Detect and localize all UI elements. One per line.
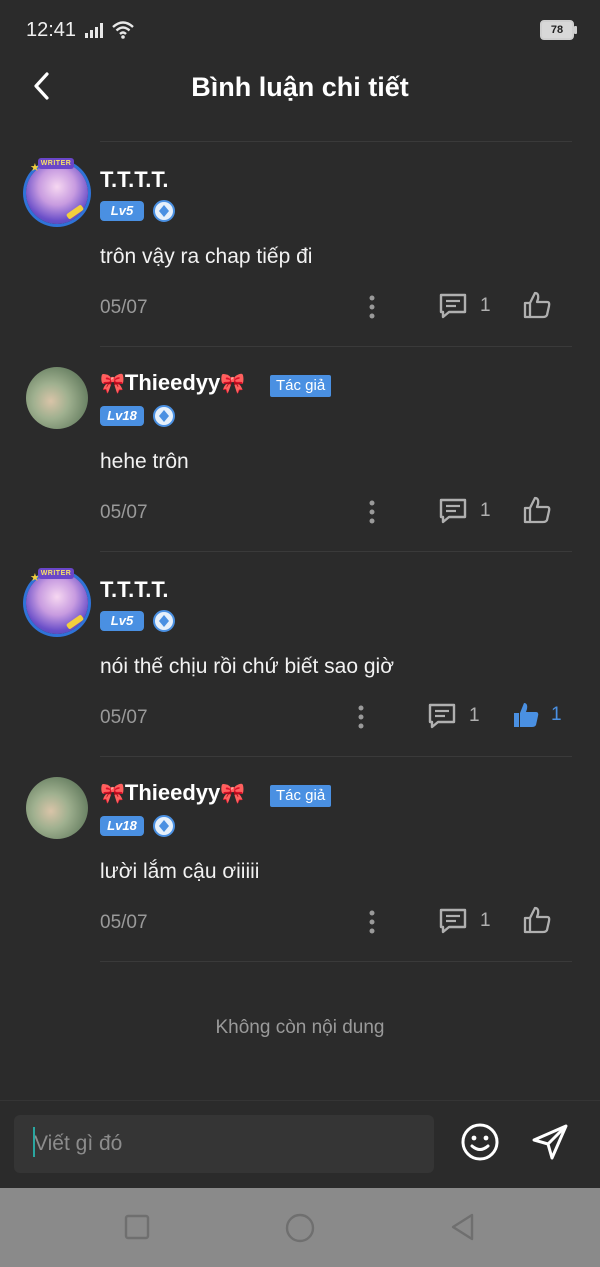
reply-count: 1 — [480, 500, 491, 521]
battery-icon: 78 — [540, 20, 577, 40]
level-gem-icon — [153, 405, 175, 427]
circle-icon — [285, 1213, 315, 1243]
status-left: 12:41 — [26, 19, 134, 42]
level-gem-icon — [153, 815, 175, 837]
triangle-back-icon — [451, 1213, 474, 1241]
like-button[interactable] — [522, 290, 562, 320]
comment-text: trôn vậy ra chap tiếp đi — [100, 245, 313, 268]
smiley-icon — [461, 1123, 499, 1161]
text-cursor — [33, 1127, 35, 1157]
reply-button[interactable]: 1 — [427, 702, 480, 730]
reply-count: 1 — [480, 295, 491, 316]
reply-count: 1 — [480, 910, 491, 931]
username-text: Thieedyy — [124, 780, 221, 805]
thumbs-up-icon — [523, 496, 551, 524]
like-button[interactable] — [522, 495, 562, 525]
level-badge: Lv18 — [100, 816, 144, 836]
level-gem-icon — [153, 610, 175, 632]
send-icon — [532, 1124, 568, 1160]
system-nav-bar — [0, 1188, 600, 1267]
page-title: Bình luận chi tiết — [191, 71, 409, 102]
level-badge: Lv18 — [100, 406, 144, 426]
writer-badge: WRITER — [38, 568, 74, 579]
chevron-left-icon — [34, 72, 49, 100]
comment-icon — [428, 703, 456, 729]
reply-button[interactable]: 1 — [438, 497, 491, 525]
back-button[interactable] — [22, 66, 62, 106]
username-text: Thieedyy — [124, 370, 221, 395]
comment-item: 🎀Thieedyy🎀 Tác giả Lv18 hehe trôn 05/07 … — [0, 346, 600, 551]
comment-input[interactable] — [14, 1115, 434, 1173]
username[interactable]: 🎀Thieedyy🎀 — [100, 370, 245, 396]
more-options-button[interactable] — [362, 497, 382, 527]
comment-date: 05/07 — [100, 707, 148, 728]
recent-apps-button[interactable] — [122, 1212, 152, 1242]
thumbs-up-icon — [523, 906, 551, 934]
more-vertical-icon — [358, 705, 364, 729]
comment-date: 05/07 — [100, 912, 148, 933]
comment-item: ★ WRITER T.T.T.T. Lv5 nói thế chịu rồi c… — [0, 551, 600, 756]
comment-composer — [0, 1100, 600, 1189]
level-badge: Lv5 — [100, 611, 144, 631]
avatar[interactable] — [26, 367, 88, 429]
comment-item: 🎀Thieedyy🎀 Tác giả Lv18 lười lắm cậu ơii… — [0, 756, 600, 961]
comment-text: nói thế chịu rồi chứ biết sao giờ — [100, 655, 394, 678]
more-vertical-icon — [369, 295, 375, 319]
more-options-button[interactable] — [362, 292, 382, 322]
author-tag: Tác giả — [270, 785, 332, 807]
send-button[interactable] — [530, 1122, 570, 1162]
square-icon — [124, 1214, 150, 1240]
username[interactable]: 🎀Thieedyy🎀 — [100, 780, 245, 806]
signal-icon — [85, 23, 104, 38]
thumbs-up-filled-icon — [514, 703, 539, 727]
level-gem-icon — [153, 200, 175, 222]
home-button[interactable] — [284, 1212, 315, 1243]
bow-icon: 🎀 — [220, 783, 246, 805]
comment-text: hehe trôn — [100, 450, 189, 473]
like-button[interactable]: 1 — [511, 700, 562, 730]
emoji-button[interactable] — [460, 1122, 500, 1162]
writer-badge: WRITER — [38, 158, 74, 169]
comment-text: lười lắm cậu ơiiiii — [100, 860, 260, 883]
username[interactable]: T.T.T.T. — [100, 167, 168, 193]
comment-item: ★ WRITER T.T.T.T. Lv5 trôn vậy ra chap t… — [0, 141, 600, 346]
level-badge: Lv5 — [100, 201, 144, 221]
more-options-button[interactable] — [351, 702, 371, 732]
comment-icon — [439, 293, 467, 319]
header-bar: Bình luận chi tiết — [0, 60, 600, 114]
bow-icon: 🎀 — [100, 373, 125, 395]
more-vertical-icon — [369, 500, 375, 524]
divider — [100, 961, 572, 962]
more-vertical-icon — [369, 910, 375, 934]
avatar[interactable] — [26, 777, 88, 839]
status-time: 12:41 — [26, 18, 77, 41]
comment-date: 05/07 — [100, 502, 148, 523]
like-button[interactable] — [522, 905, 562, 935]
thumbs-up-icon — [523, 291, 551, 319]
status-bar: 12:41 78 — [0, 0, 600, 60]
wifi-icon — [112, 21, 134, 39]
bow-icon: 🎀 — [100, 783, 125, 805]
system-back-button[interactable] — [448, 1212, 478, 1242]
more-options-button[interactable] — [362, 907, 382, 937]
reply-button[interactable]: 1 — [438, 292, 491, 320]
like-count: 1 — [551, 704, 562, 725]
username[interactable]: T.T.T.T. — [100, 577, 168, 603]
comment-date: 05/07 — [100, 297, 148, 318]
comment-icon — [439, 908, 467, 934]
reply-button[interactable]: 1 — [438, 907, 491, 935]
author-tag: Tác giả — [270, 375, 332, 397]
bow-icon: 🎀 — [220, 373, 246, 395]
reply-count: 1 — [469, 705, 480, 726]
comment-icon — [439, 498, 467, 524]
end-of-content-text: Không còn nội dung — [215, 1017, 385, 1038]
